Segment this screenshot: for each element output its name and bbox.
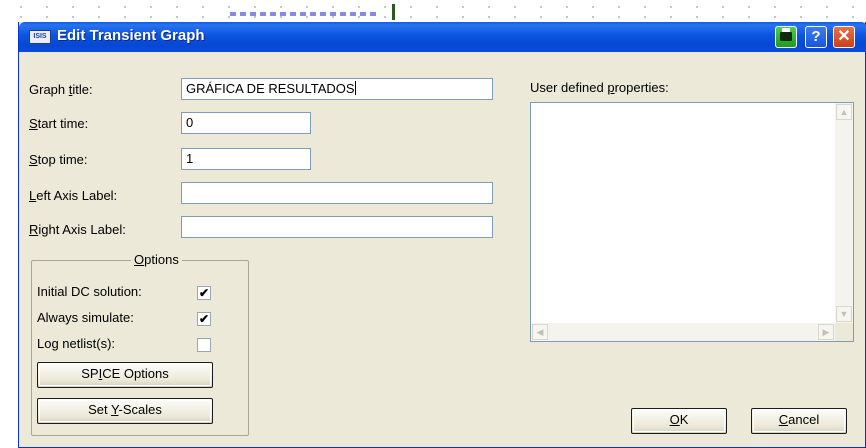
text-caret (354, 81, 356, 95)
log-netlists-checkbox[interactable] (197, 338, 211, 352)
scroll-right-icon[interactable]: ▶ (818, 324, 834, 340)
print-button[interactable] (775, 26, 797, 48)
initial-dc-solution-label: Initial DC solution: (37, 284, 142, 299)
right-axis-label-label: Right Axis Label: (29, 222, 126, 237)
schematic-marker (392, 4, 395, 20)
always-simulate-label: Always simulate: (37, 310, 134, 325)
vertical-scrollbar[interactable]: ▲ ▼ (835, 103, 853, 323)
close-button[interactable]: ✕ (833, 26, 855, 48)
printer-icon (780, 28, 792, 41)
left-axis-label-input[interactable] (181, 182, 493, 204)
scroll-left-icon[interactable]: ◀ (532, 324, 548, 340)
edit-transient-graph-dialog: ISIS Edit Transient Graph ? ✕ Graph titl… (18, 22, 866, 448)
left-axis-label-label: Left Axis Label: (29, 188, 118, 203)
stop-time-label: Stop time: (29, 152, 88, 167)
log-netlists-label: Log netlist(s): (37, 336, 116, 351)
start-time-input[interactable]: 0 (181, 112, 311, 134)
set-y-scales-button[interactable]: Set Y-Scales (37, 398, 213, 424)
start-time-label: Start time: (29, 116, 89, 131)
cancel-button[interactable]: Cancel (751, 408, 847, 434)
help-button[interactable]: ? (805, 26, 827, 48)
right-axis-label-input[interactable] (181, 216, 493, 238)
graph-title-label: Graph title: (29, 82, 93, 97)
scroll-up-icon[interactable]: ▲ (836, 104, 852, 120)
spice-options-button[interactable]: SPICE Options (37, 362, 213, 388)
initial-dc-solution-checkbox[interactable]: ✔ (197, 286, 211, 300)
horizontal-scrollbar[interactable]: ◀ ▶ (531, 323, 835, 341)
schematic-wire (230, 12, 380, 16)
ok-button[interactable]: OK (631, 408, 727, 434)
scrollbar-corner (835, 323, 853, 341)
stop-time-input[interactable]: 1 (181, 148, 311, 170)
title-bar[interactable]: ISIS Edit Transient Graph ? ✕ (19, 22, 866, 52)
options-group-title: Options (131, 252, 182, 267)
isis-app-icon: ISIS (29, 30, 51, 44)
user-defined-properties-label: User defined properties: (530, 80, 669, 95)
user-defined-properties-textarea[interactable]: ▲ ▼ ◀ ▶ (530, 102, 854, 342)
always-simulate-checkbox[interactable]: ✔ (197, 312, 211, 326)
graph-title-input[interactable]: GRÁFICA DE RESULTADOS (181, 78, 493, 100)
scroll-down-icon[interactable]: ▼ (836, 306, 852, 322)
window-title: Edit Transient Graph (57, 27, 205, 44)
schematic-background (0, 0, 866, 22)
